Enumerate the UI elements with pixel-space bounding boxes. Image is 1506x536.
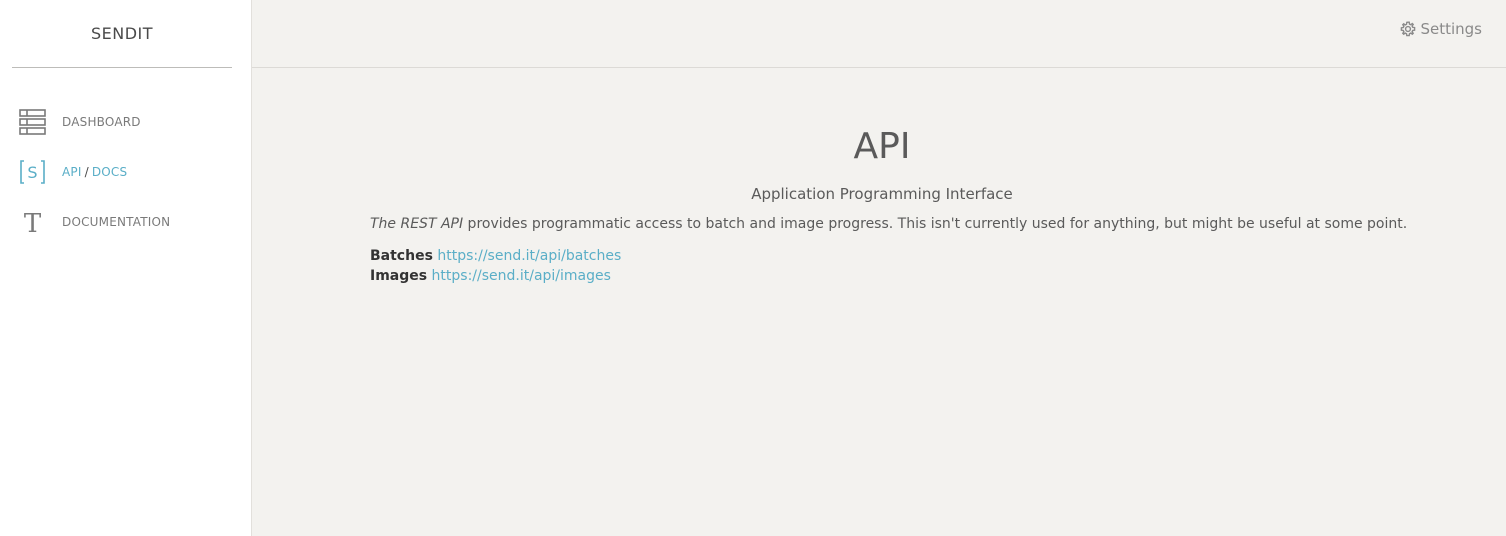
app-root: SENDIT DASHBOARD S API / DOCS T DOCUMENT… [0,0,1506,536]
bracket-s-icon: S [19,159,46,185]
endpoint-link[interactable]: https://send.it/api/batches [437,248,621,264]
api-link[interactable]: API [62,165,82,179]
description-text: provides programmatic access to batch an… [463,216,1408,232]
list-item: Images https://send.it/api/images [370,266,621,286]
endpoint-name: Images [370,268,428,284]
nav-separator: / [84,165,89,179]
sidebar: SENDIT DASHBOARD S API / DOCS T DOCUMENT… [0,0,252,536]
sidebar-item-label: DOCUMENTATION [62,215,171,229]
list-icon [19,109,46,135]
topbar: Settings [252,0,1506,68]
endpoint-name: Batches [370,248,433,264]
sidebar-item-dashboard[interactable]: DASHBOARD [0,97,251,147]
description-emphasis: The REST API [370,216,464,232]
sidebar-item-label: API / DOCS [62,165,127,179]
api-description: The REST API provides programmatic acces… [370,216,1407,232]
text-t-icon: T [19,209,46,235]
page-subtitle: Application Programming Interface [751,185,1013,203]
svg-text:S: S [27,163,37,182]
list-item: Batches https://send.it/api/batches [370,246,621,266]
endpoint-list: Batches https://send.it/api/batches Imag… [370,246,621,286]
page-title: API [853,126,911,167]
svg-text:T: T [24,209,42,235]
settings-label: Settings [1420,20,1482,38]
sidebar-item-api-docs[interactable]: S API / DOCS [0,147,251,197]
endpoint-link[interactable]: https://send.it/api/images [432,268,611,284]
gear-icon [1401,21,1416,37]
main-content: API Application Programming Interface Th… [252,68,1506,536]
sidebar-nav: DASHBOARD S API / DOCS T DOCUMENTATION [0,97,251,247]
sidebar-item-label: DASHBOARD [62,115,141,129]
settings-button[interactable]: Settings [1400,20,1482,38]
docs-link[interactable]: DOCS [92,165,127,179]
sidebar-item-documentation[interactable]: T DOCUMENTATION [0,197,251,247]
brand-logo[interactable]: SENDIT [12,0,232,68]
